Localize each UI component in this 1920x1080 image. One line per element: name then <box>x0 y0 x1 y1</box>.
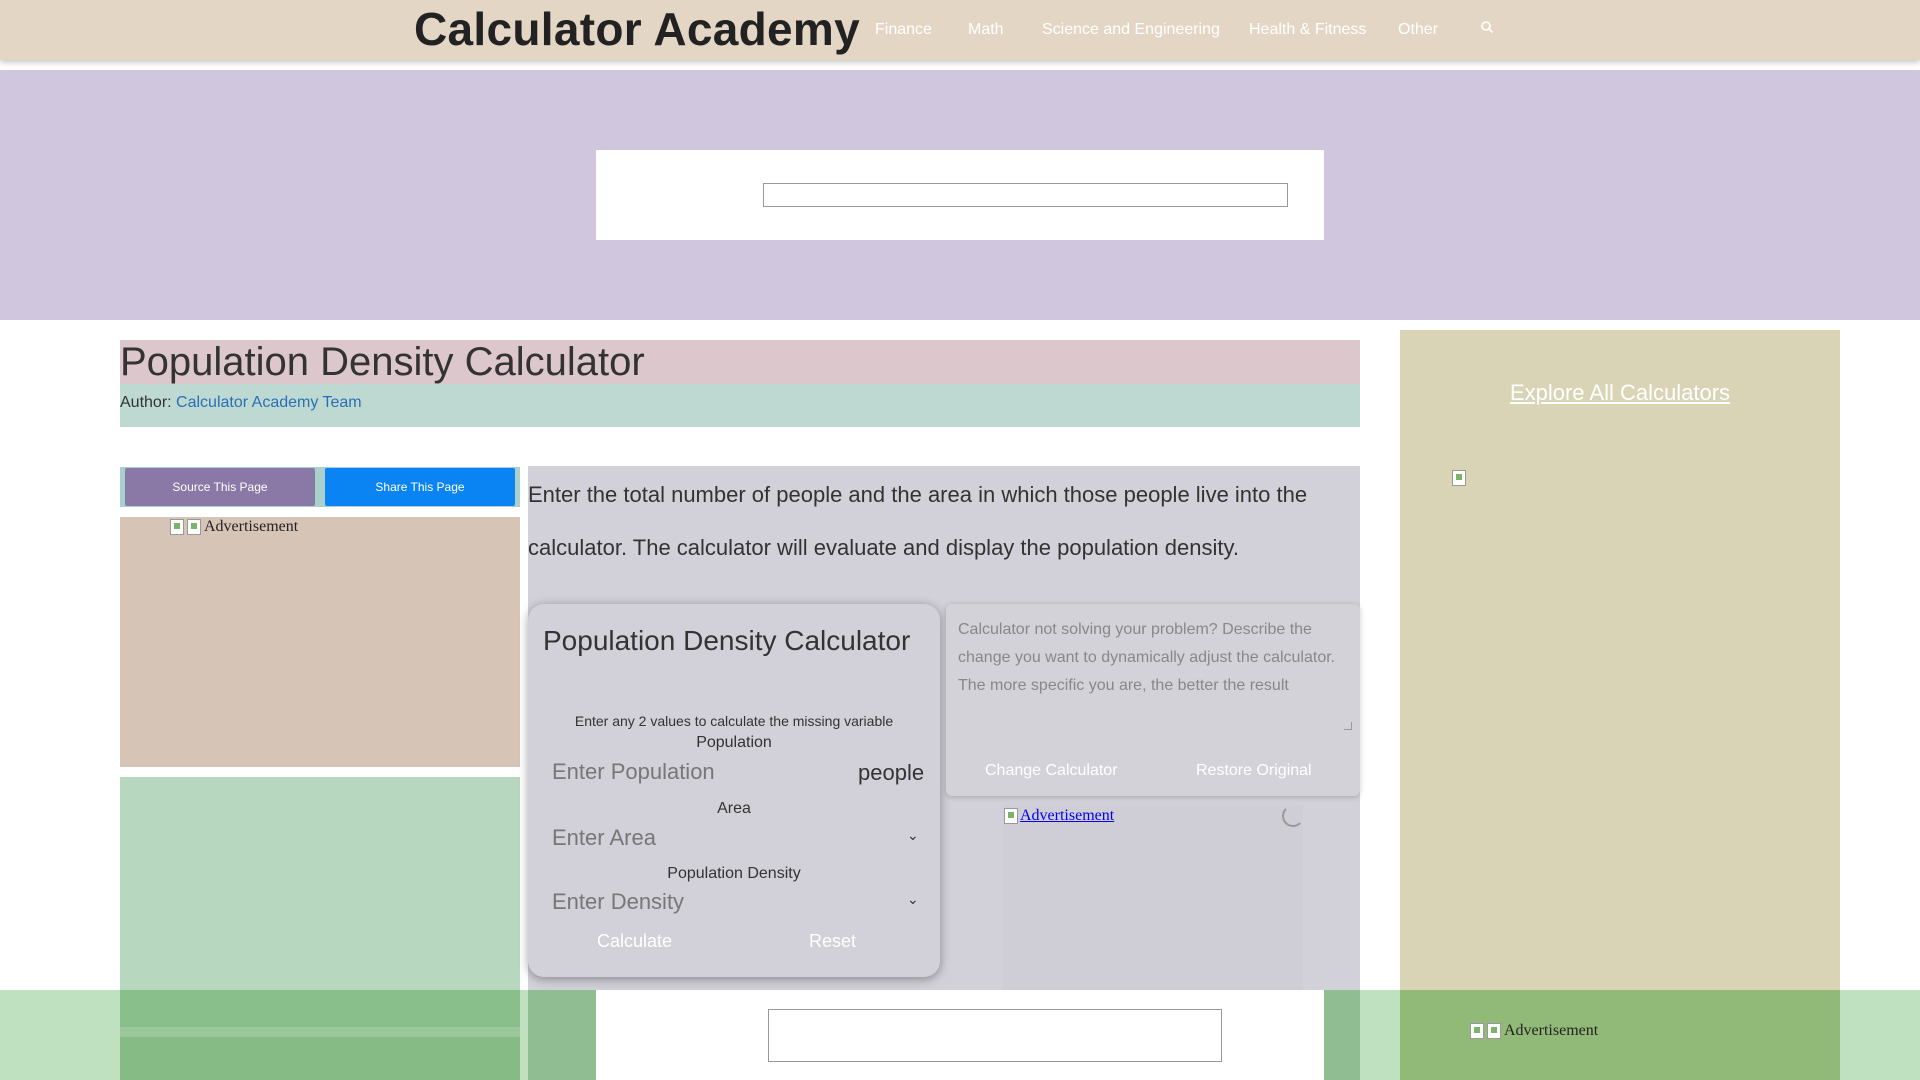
nav-math[interactable]: Math <box>968 21 1004 39</box>
density-input[interactable] <box>540 884 900 920</box>
intro-text: Enter the total number of people and the… <box>528 482 1308 560</box>
share-page-button[interactable]: Share This Page <box>325 468 515 506</box>
site-header: Calculator Academy Finance Math Science … <box>0 0 1920 60</box>
loading-spinner-icon <box>1282 805 1304 827</box>
author-link[interactable]: Calculator Academy Team <box>176 394 362 411</box>
nav-other[interactable]: Other <box>1398 21 1438 39</box>
ad-alt-text: Advertisement <box>204 518 299 535</box>
calculator-title: Population Density Calculator <box>543 625 911 656</box>
area-input[interactable] <box>540 820 900 856</box>
author-line: Author: Calculator Academy Team <box>120 394 362 412</box>
search-icon[interactable] <box>1480 20 1494 34</box>
nav-science-engineering[interactable]: Science and Engineering <box>1042 21 1220 39</box>
ai-adjust-textarea[interactable] <box>948 606 1356 734</box>
right-sidebar <box>1400 330 1840 1080</box>
nav-finance[interactable]: Finance <box>875 21 932 39</box>
population-unit: people <box>858 760 925 785</box>
mid-ad[interactable] <box>1003 806 1303 1006</box>
calculate-button[interactable]: Calculate <box>597 931 672 952</box>
broken-image-icon[interactable] <box>1452 470 1466 486</box>
mid-ad-alt[interactable]: Advertisement <box>1004 807 1114 825</box>
ad-alt-text: Advertisement <box>1504 1022 1599 1039</box>
population-input[interactable] <box>540 754 850 790</box>
bottom-right-overlay <box>1400 990 1840 1080</box>
density-unit-chevron-down-icon[interactable]: ⌄ <box>907 891 919 908</box>
left-ad-1[interactable] <box>120 517 520 767</box>
restore-original-button[interactable]: Restore Original <box>1196 762 1312 780</box>
explore-all-calculators-link[interactable]: Explore All Calculators <box>1400 380 1840 406</box>
population-label: Population <box>696 734 772 751</box>
bottom-ad-image[interactable] <box>768 1009 1222 1062</box>
bottom-left-overlay <box>120 990 520 1080</box>
broken-image-icon <box>187 519 201 535</box>
broken-image-icon <box>1004 808 1018 824</box>
top-ad-image[interactable] <box>763 183 1288 207</box>
broken-image-icon <box>1470 1023 1484 1039</box>
bottom-mid-overlay <box>528 990 596 1080</box>
calculator-subtitle: Enter any 2 values to calculate the miss… <box>574 713 894 729</box>
source-page-button[interactable]: Source This Page <box>125 468 315 506</box>
area-unit-chevron-down-icon[interactable]: ⌄ <box>907 827 919 844</box>
bottom-right-ad-alt[interactable]: Advertisement <box>1470 1022 1598 1040</box>
site-logo[interactable]: Calculator Academy <box>414 2 860 56</box>
reset-button[interactable]: Reset <box>809 931 856 952</box>
page-title: Population Density Calculator <box>120 340 645 384</box>
change-calculator-button[interactable]: Change Calculator <box>985 762 1118 780</box>
broken-image-icon <box>1487 1023 1501 1039</box>
density-label: Population Density <box>667 865 801 882</box>
broken-image-icon <box>170 519 184 535</box>
author-label: Author: <box>120 394 172 411</box>
bottom-mid-overlay <box>1324 990 1360 1080</box>
nav-health-fitness[interactable]: Health & Fitness <box>1249 21 1366 39</box>
left-ad-1-alt[interactable]: Advertisement <box>170 518 298 536</box>
textarea-resize-icon[interactable] <box>1344 722 1352 730</box>
ad-alt-text: Advertisement <box>1020 807 1115 824</box>
area-label: Area <box>717 800 751 817</box>
